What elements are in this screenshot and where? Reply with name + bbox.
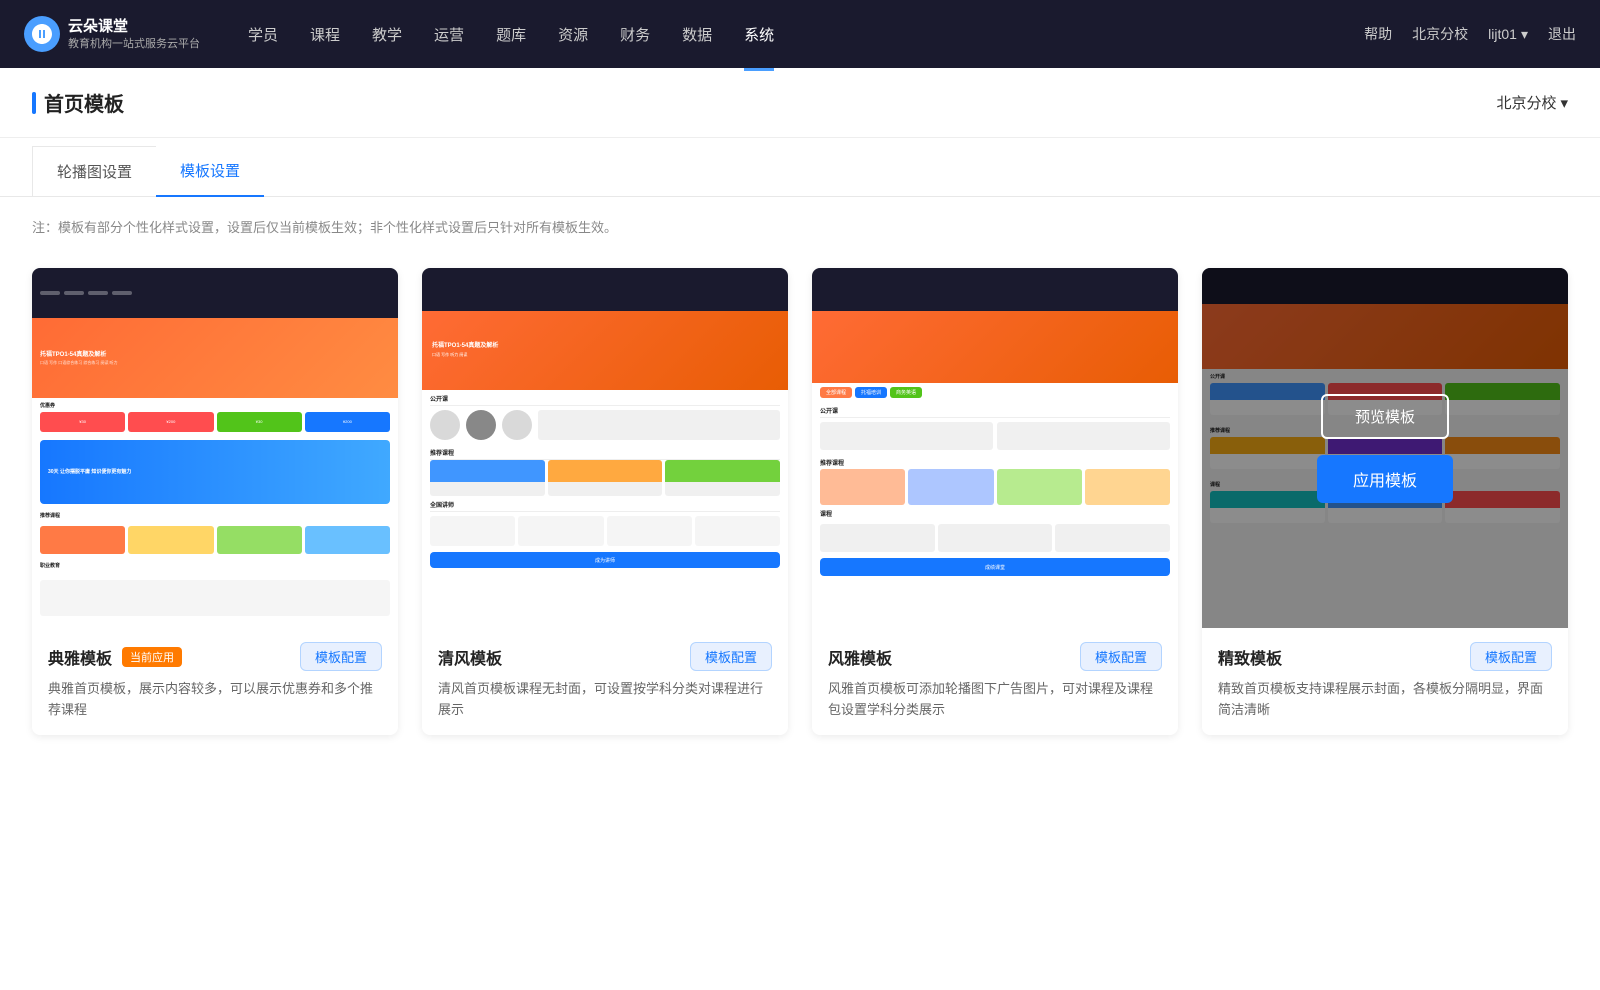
user-menu[interactable]: lijt01 ▾ xyxy=(1488,26,1528,43)
template-footer-4: 精致模板 模板配置 精致首页模板支持课程展示封面，各模板分隔明显，界面简洁清晰 xyxy=(1202,628,1568,735)
nav-data[interactable]: 数据 xyxy=(682,20,712,49)
template-overlay-4: 预览模板 应用模板 xyxy=(1202,268,1568,628)
nav-questions[interactable]: 题库 xyxy=(496,20,526,49)
template-card-4: 公开课 推荐课程 xyxy=(1202,268,1568,735)
tab-carousel[interactable]: 轮播图设置 xyxy=(32,146,156,197)
template-name-3: 风雅模板 xyxy=(828,645,892,669)
template-preview-1[interactable]: 托福TPO1-54真题及解析 口语 写作 口语综合练习 综合练习 阅读 听力 优… xyxy=(32,268,398,628)
templates-grid: 托福TPO1-54真题及解析 口语 写作 口语综合练习 综合练习 阅读 听力 优… xyxy=(0,244,1600,775)
nav-operations[interactable]: 运营 xyxy=(434,20,464,49)
nav-resources[interactable]: 资源 xyxy=(558,20,588,49)
template-name-1: 典雅模板 xyxy=(48,645,112,669)
page-header: 首页模板 北京分校 ▾ xyxy=(0,68,1600,138)
nav-system[interactable]: 系统 xyxy=(744,20,774,49)
nav-right: 帮助 北京分校 lijt01 ▾ 退出 xyxy=(1364,24,1576,44)
template-footer-1: 典雅模板 当前应用 模板配置 典雅首页模板，展示内容较多，可以展示优惠券和多个推… xyxy=(32,628,398,735)
nav-students[interactable]: 学员 xyxy=(248,20,278,49)
template-card-1: 托福TPO1-54真题及解析 口语 写作 口语综合练习 综合练习 阅读 听力 优… xyxy=(32,268,398,735)
apply-button-4[interactable]: 应用模板 xyxy=(1317,455,1453,503)
main-content: 首页模板 北京分校 ▾ 轮播图设置 模板设置 注：模板有部分个性化样式设置，设置… xyxy=(0,68,1600,990)
logout-button[interactable]: 退出 xyxy=(1548,24,1576,44)
config-button-1[interactable]: 模板配置 xyxy=(300,642,382,671)
tab-template[interactable]: 模板设置 xyxy=(156,146,264,197)
nav-links: 学员 课程 教学 运营 题库 资源 财务 数据 系统 xyxy=(248,20,1364,49)
template-card-2: 托福TPO1-54真题及解析口语 写作 听力 阅读 公开课 推荐课程 xyxy=(422,268,788,735)
logo-text: 云朵课堂 教育机构一站式服务云平台 xyxy=(68,17,200,51)
template-desc-1: 典雅首页模板，展示内容较多，可以展示优惠券和多个推荐课程 xyxy=(48,679,382,721)
template-note: 注：模板有部分个性化样式设置，设置后仅当前模板生效；非个性化样式设置后只针对所有… xyxy=(0,197,1600,244)
template-card-3: 全部课程 托福培训 商务英语 公开课 推荐课程 xyxy=(812,268,1178,735)
template-preview-4[interactable]: 公开课 推荐课程 xyxy=(1202,268,1568,628)
school-selector-page[interactable]: 北京分校 ▾ xyxy=(1496,92,1568,113)
template-desc-3: 风雅首页模板可添加轮播图下广告图片，可对课程及课程包设置学科分类展示 xyxy=(828,679,1162,721)
page-title-wrap: 首页模板 xyxy=(32,88,124,117)
template-name-4: 精致模板 xyxy=(1218,645,1282,669)
template-desc-4: 精致首页模板支持课程展示封面，各模板分隔明显，界面简洁清晰 xyxy=(1218,679,1552,721)
nav-courses[interactable]: 课程 xyxy=(310,20,340,49)
nav-finance[interactable]: 财务 xyxy=(620,20,650,49)
nav-teaching[interactable]: 教学 xyxy=(372,20,402,49)
current-badge-1: 当前应用 xyxy=(122,647,182,667)
template-footer-3: 风雅模板 模板配置 风雅首页模板可添加轮播图下广告图片，可对课程及课程包设置学科… xyxy=(812,628,1178,735)
top-nav: 云朵课堂 教育机构一站式服务云平台 学员 课程 教学 运营 题库 资源 财务 数… xyxy=(0,0,1600,68)
config-button-4[interactable]: 模板配置 xyxy=(1470,642,1552,671)
template-name-2: 清风模板 xyxy=(438,645,502,669)
template-desc-2: 清风首页模板课程无封面，可设置按学科分类对课程进行展示 xyxy=(438,679,772,721)
template-preview-2[interactable]: 托福TPO1-54真题及解析口语 写作 听力 阅读 公开课 推荐课程 xyxy=(422,268,788,628)
preview-button-4[interactable]: 预览模板 xyxy=(1321,394,1449,439)
logo: 云朵课堂 教育机构一站式服务云平台 xyxy=(24,16,200,52)
template-preview-3[interactable]: 全部课程 托福培训 商务英语 公开课 推荐课程 xyxy=(812,268,1178,628)
logo-icon xyxy=(24,16,60,52)
config-button-3[interactable]: 模板配置 xyxy=(1080,642,1162,671)
tab-bar: 轮播图设置 模板设置 xyxy=(0,146,1600,197)
help-link[interactable]: 帮助 xyxy=(1364,24,1392,44)
config-button-2[interactable]: 模板配置 xyxy=(690,642,772,671)
school-selector[interactable]: 北京分校 xyxy=(1412,24,1468,44)
page-title-bar xyxy=(32,92,36,114)
page-title: 首页模板 xyxy=(44,88,124,117)
template-footer-2: 清风模板 模板配置 清风首页模板课程无封面，可设置按学科分类对课程进行展示 xyxy=(422,628,788,735)
